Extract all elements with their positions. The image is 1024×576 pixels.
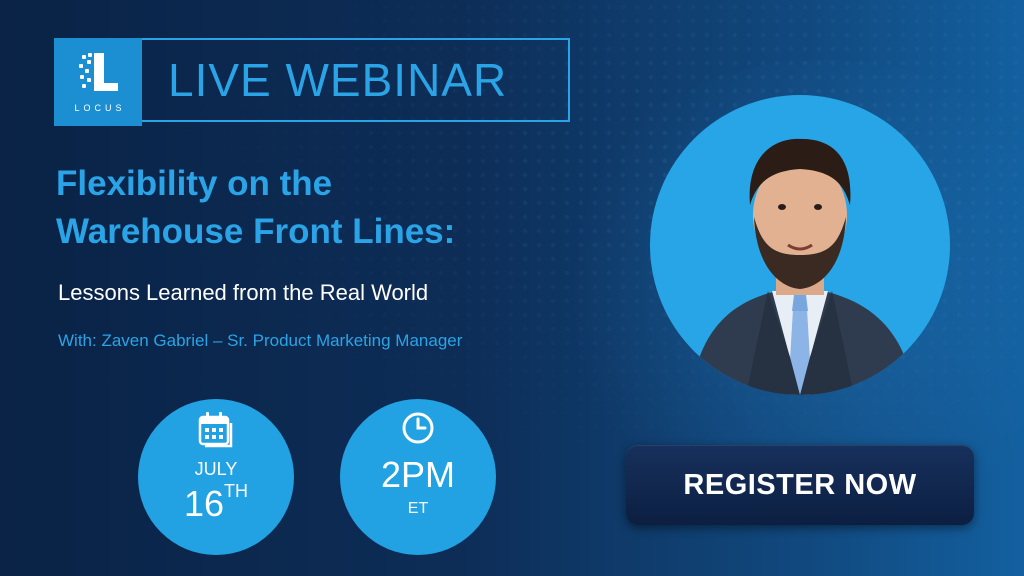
time-value: 2PM bbox=[380, 454, 456, 495]
date-month: JULY bbox=[194, 459, 238, 479]
time-badge: 2PM ET bbox=[340, 399, 496, 555]
clock-icon bbox=[402, 412, 434, 444]
date-badge: JULY 16TH bbox=[138, 399, 294, 555]
logo-mark-icon bbox=[78, 51, 118, 95]
headline-line-2: Warehouse Front Lines: bbox=[56, 212, 456, 251]
headline: Flexibility on the Warehouse Front Lines… bbox=[56, 160, 455, 256]
title-frame: LIVE WEBINAR bbox=[142, 38, 570, 122]
date-day: 16TH bbox=[183, 481, 249, 524]
presenter-line: With: Zaven Gabriel – Sr. Product Market… bbox=[58, 331, 463, 350]
calendar-icon bbox=[198, 412, 233, 448]
time-zone: ET bbox=[407, 500, 429, 517]
logo-text: LOCUS bbox=[74, 103, 126, 113]
webinar-banner: LOCUS LIVE WEBINAR Flexibility on the Wa… bbox=[0, 0, 1024, 576]
subtitle: Lessons Learned from the Real World bbox=[58, 280, 429, 305]
register-button-label: REGISTER NOW bbox=[683, 468, 917, 501]
register-now-button[interactable]: REGISTER NOW bbox=[626, 445, 974, 525]
locus-logo: LOCUS bbox=[54, 38, 142, 126]
page-title: LIVE WEBINAR bbox=[168, 54, 508, 106]
presenter-photo bbox=[650, 95, 950, 395]
headline-line-1: Flexibility on the bbox=[56, 164, 333, 203]
